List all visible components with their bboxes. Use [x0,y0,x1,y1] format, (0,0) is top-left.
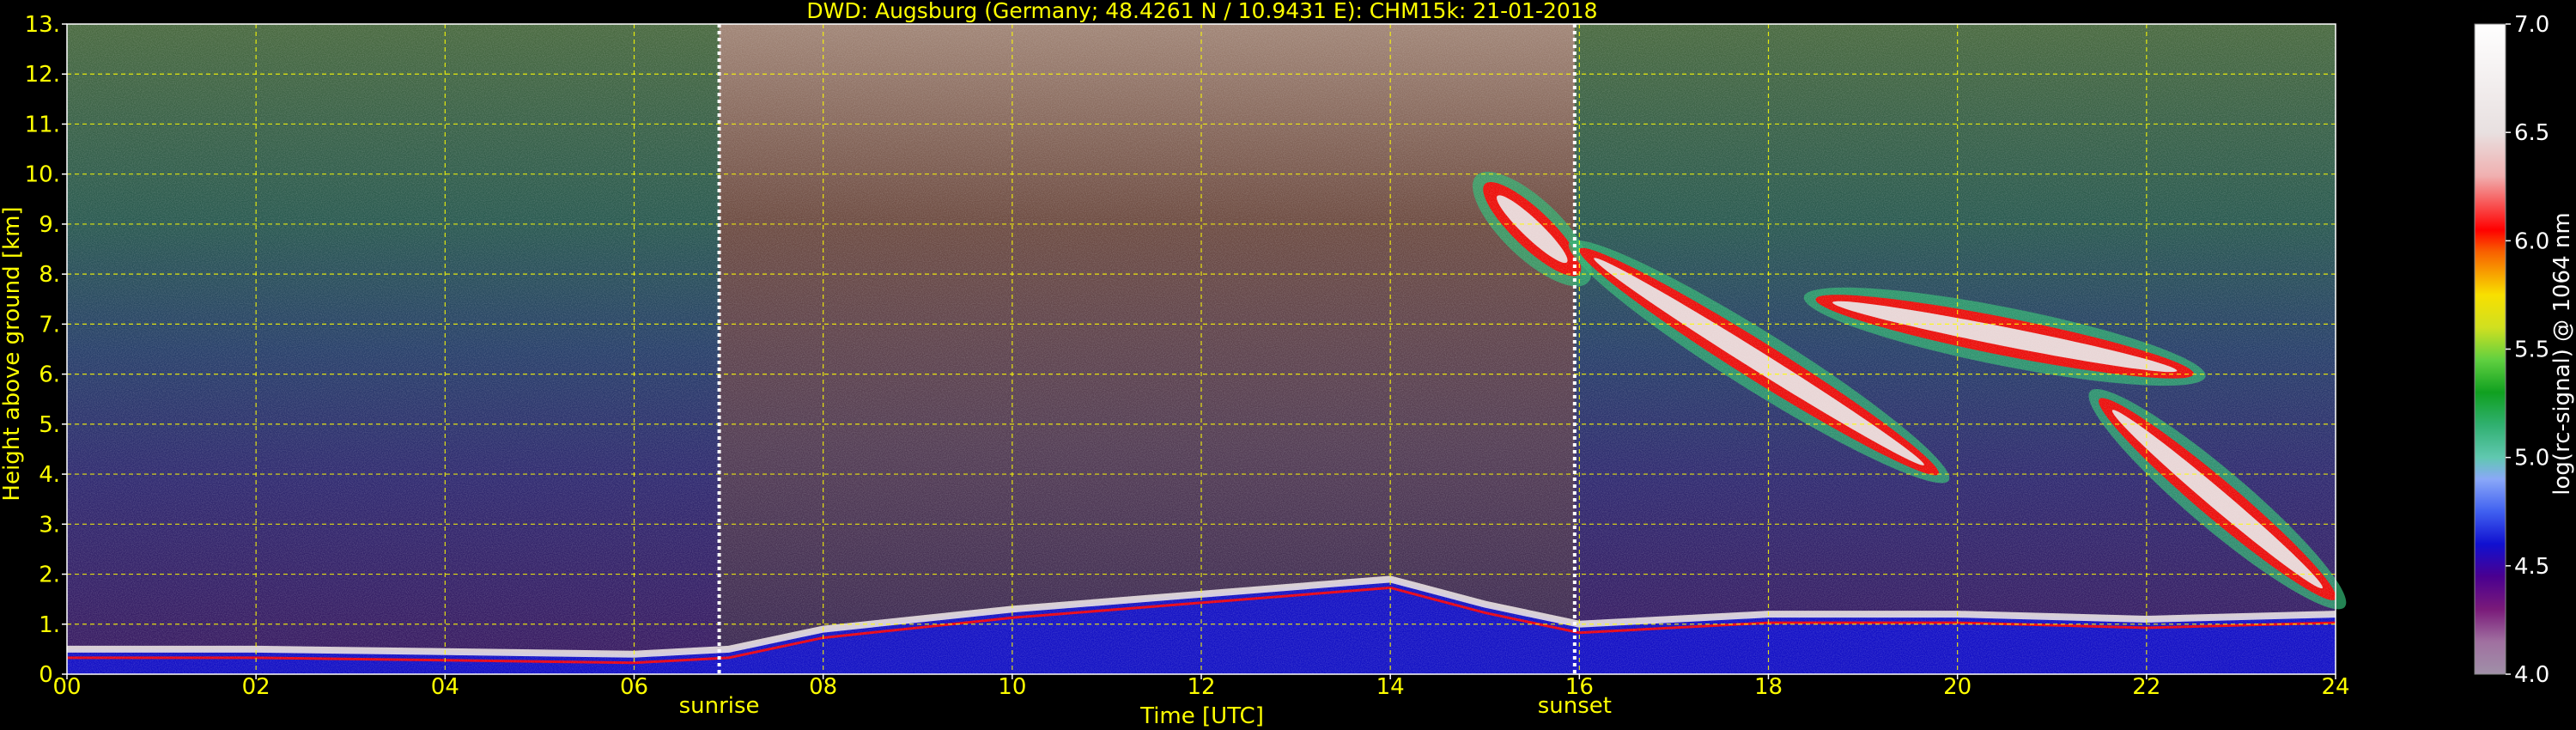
y-tick-label: 7. [39,312,60,338]
y-tick-label: 3. [39,512,60,538]
colorbar-tick-label: 5.0 [2514,446,2549,471]
y-tick-label: 9. [39,212,60,238]
plot-area [66,23,2347,675]
x-tick-label: 06 [620,674,648,700]
y-axis-ticks: 0. 1. 2. 3. 4. 5. 6. 7. 8. 9. 10. 11. 12. 13. [25,12,67,688]
x-tick-label: 24 [2321,674,2349,700]
x-tick-label: 08 [809,674,837,700]
sunrise-label: sunrise [679,693,760,719]
y-tick-label: 11. [25,112,60,137]
colorbar-label: log(rc-signal) @ 1064 nm [2549,212,2575,495]
colorbar-tick-label: 4.5 [2514,554,2549,580]
y-tick-label: 0. [39,662,60,688]
x-axis-ticks: 00 02 04 06 08 10 12 14 16 18 20 22 24 [52,674,2350,700]
colorbar: 4.0 4.5 5.0 5.5 6.0 6.5 7.0 log(rc-signal) @ 1… [2474,12,2575,688]
ceilometer-chart: DWD: Augsburg (Germany; 48.4261 N / 10.9… [0,0,2575,729]
x-axis-label: Time [UTC] [1139,703,1264,729]
colorbar-tick-label: 5.5 [2514,338,2549,363]
y-axis-label: Height above ground [km] [0,206,25,501]
y-tick-label: 5. [39,412,60,438]
x-tick-label: 22 [2132,674,2160,700]
y-tick-label: 4. [39,462,60,488]
x-tick-label: 04 [431,674,459,700]
colorbar-tick-label: 4.0 [2514,662,2549,688]
colorbar-tick-label: 6.5 [2514,120,2549,146]
chart-title: DWD: Augsburg (Germany; 48.4261 N / 10.9… [806,0,1597,23]
x-tick-label: 18 [1754,674,1783,700]
y-tick-label: 8. [39,262,60,288]
x-tick-label: 20 [1943,674,1971,700]
y-tick-label: 2. [39,563,60,588]
y-tick-label: 6. [39,362,60,388]
colorbar-tick-label: 7.0 [2514,12,2549,38]
x-tick-label: 10 [998,674,1026,700]
y-tick-label: 12. [25,62,60,88]
x-tick-label: 02 [242,674,270,700]
y-tick-label: 13. [25,12,60,38]
y-tick-label: 1. [39,612,60,638]
colorbar-ticks: 4.0 4.5 5.0 5.5 6.0 6.5 7.0 [2506,12,2549,688]
sunset-label: sunset [1538,693,1612,719]
x-tick-label: 12 [1187,674,1215,700]
colorbar-scale [2474,23,2506,675]
colorbar-tick-label: 6.0 [2514,228,2549,254]
y-tick-label: 10. [25,162,60,188]
x-tick-label: 14 [1376,674,1405,700]
